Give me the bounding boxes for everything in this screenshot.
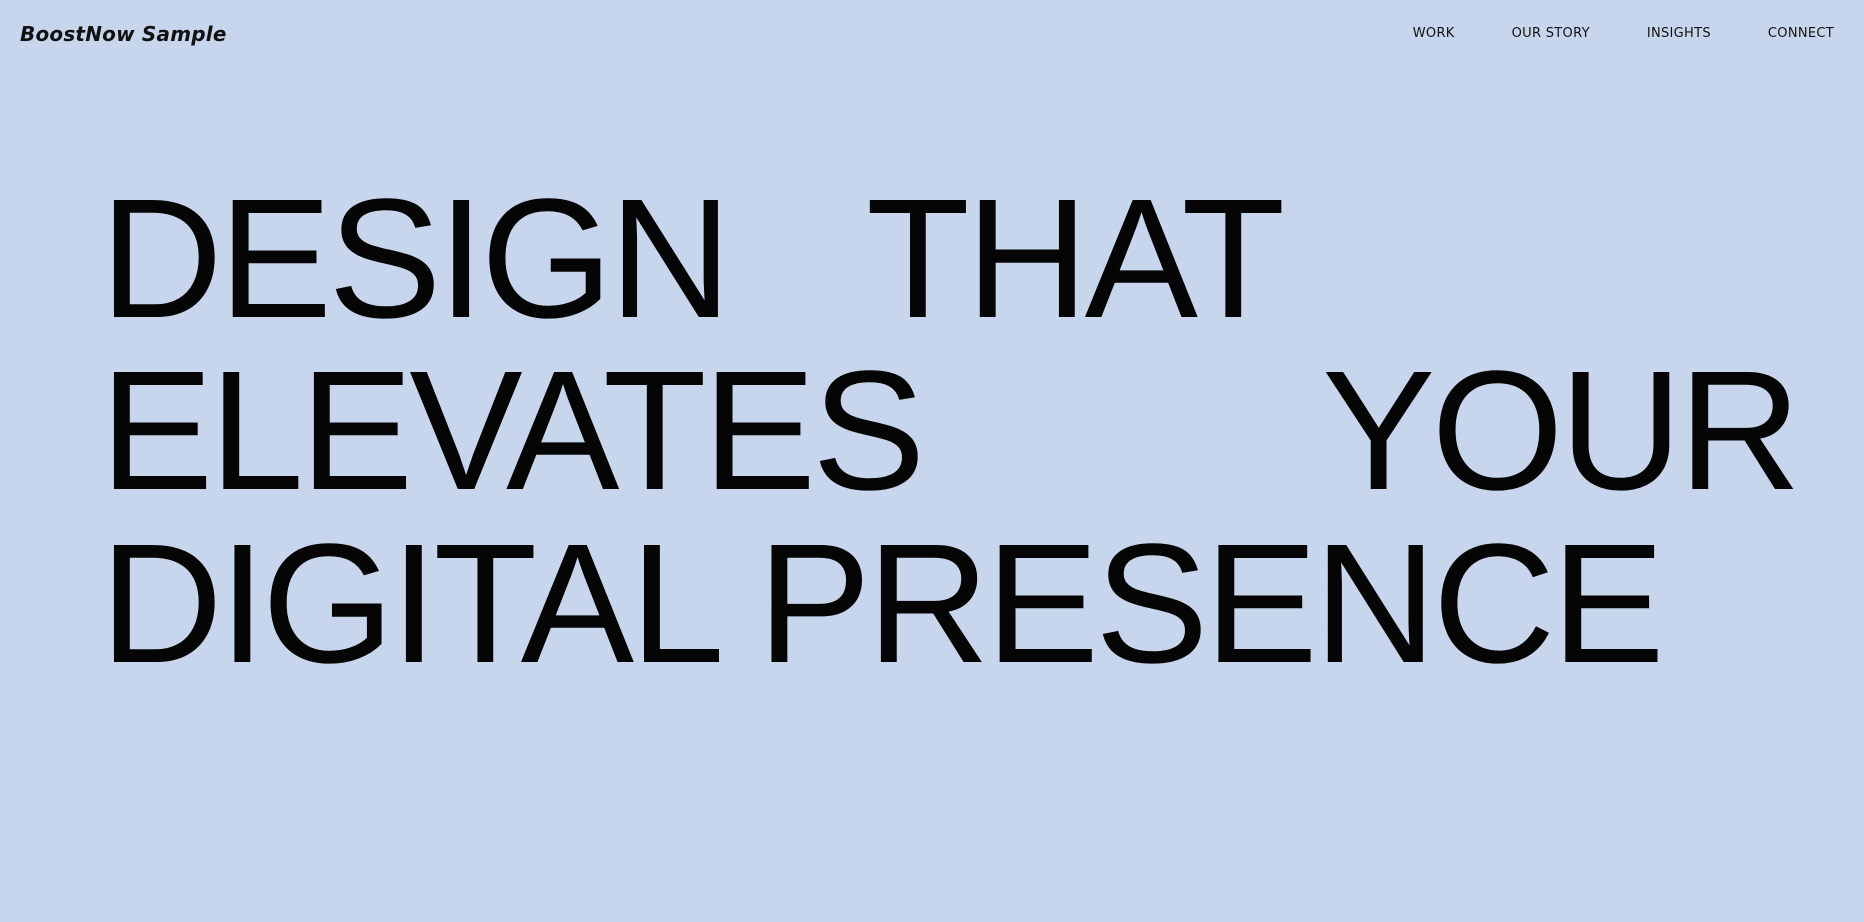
hero-heading-line1-left: DESIGN (100, 164, 732, 354)
hero-section: DESIGN THAT ELEVATES YOUR DIGITAL PRESEN… (0, 0, 1864, 922)
hero-heading-line2-left: ELEVATES (100, 336, 925, 526)
hero-heading-line1-right: THAT (866, 164, 1285, 354)
hero-heading-line2-right: YOUR (1322, 336, 1801, 526)
hero-heading-line3: DIGITAL PRESENCE (100, 509, 1665, 699)
